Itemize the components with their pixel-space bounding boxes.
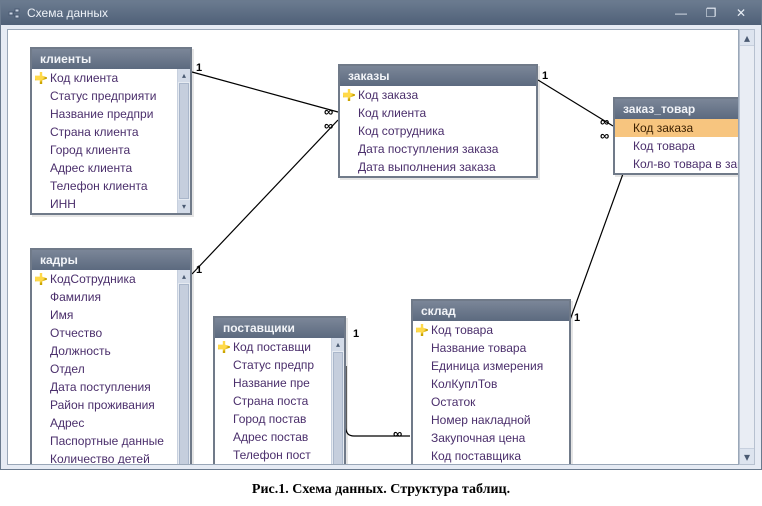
field[interactable]: Код товара	[615, 137, 739, 155]
table-header[interactable]: кадры	[32, 250, 190, 270]
window-title: Схема данных	[27, 6, 665, 20]
field[interactable]: Фамилия	[32, 288, 177, 306]
field[interactable]: Адрес	[32, 414, 177, 432]
table-fields: Код заказа Код товара Кол-во товара в за…	[615, 119, 739, 173]
field-key[interactable]: КодСотрудника	[32, 270, 177, 288]
card-label: 1	[196, 264, 202, 276]
scroll-thumb[interactable]	[333, 352, 343, 465]
field[interactable]: Единица измерения	[413, 357, 569, 375]
restore-button[interactable]: ❐	[697, 5, 725, 21]
field[interactable]: Номер накладной	[413, 411, 569, 429]
table-fields: Код заказа Код клиента Код сотрудника Да…	[340, 86, 536, 176]
card-label: 1	[353, 328, 359, 340]
schema-canvas[interactable]: 1 ∞ ∞ 1 1 ∞ ∞ 1 ∞ 1 клиенты Код клиента …	[7, 29, 739, 465]
field[interactable]: Статус предпр	[215, 356, 331, 374]
card-infinity-icon: ∞	[324, 104, 331, 119]
table-header[interactable]: поставщики	[215, 318, 344, 338]
field[interactable]: Район проживания	[32, 396, 177, 414]
card-infinity-icon: ∞	[600, 128, 607, 143]
field[interactable]: Отдел	[32, 360, 177, 378]
field[interactable]: Паспортные данные	[32, 432, 177, 450]
table-clients[interactable]: клиенты Код клиента Статус предприяти На…	[30, 47, 192, 215]
scroll-thumb[interactable]	[179, 284, 189, 465]
minimize-button[interactable]: —	[667, 5, 695, 21]
field[interactable]: Имя	[32, 306, 177, 324]
table-header[interactable]: клиенты	[32, 49, 190, 69]
field[interactable]: Количество детей	[32, 450, 177, 465]
field[interactable]: Название пре	[215, 374, 331, 392]
close-button[interactable]: ✕	[727, 5, 755, 21]
card-infinity-icon: ∞	[324, 118, 331, 133]
field[interactable]: Закупочная цена	[413, 429, 569, 447]
field-selected[interactable]: Код заказа	[615, 119, 739, 137]
table-header[interactable]: склад	[413, 301, 569, 321]
field[interactable]: Остаток	[413, 393, 569, 411]
table-orders[interactable]: заказы Код заказа Код клиента Код сотруд…	[338, 64, 538, 178]
window: Схема данных — ❐ ✕ 1 ∞ ∞ 1 1 ∞ ∞ 1 ∞ 1	[0, 0, 762, 470]
field-key[interactable]: Код клиента	[32, 69, 177, 87]
window-scrollbar[interactable]: ▴ ▾	[739, 29, 755, 465]
field[interactable]: Код поставщика	[413, 447, 569, 465]
table-scrollbar[interactable]: ▴ ▾	[331, 338, 344, 465]
table-header[interactable]: заказ_товар	[615, 99, 739, 119]
app-icon	[7, 6, 21, 20]
field[interactable]: Статус предприяти	[32, 87, 177, 105]
field-key[interactable]: Код товара	[413, 321, 569, 339]
field[interactable]: Город клиента	[32, 141, 177, 159]
scroll-up-icon[interactable]: ▴	[740, 30, 754, 46]
card-label: 1	[574, 312, 580, 324]
table-stock[interactable]: склад Код товара Название товара Единица…	[411, 299, 571, 465]
field[interactable]: Дата поступления	[32, 378, 177, 396]
field[interactable]: Город постав	[215, 410, 331, 428]
scroll-thumb[interactable]	[179, 83, 189, 199]
table-fields: Код поставщи Статус предпр Название пре …	[215, 338, 331, 465]
table-scrollbar[interactable]: ▴ ▾	[177, 69, 190, 213]
scroll-down-icon[interactable]: ▾	[740, 448, 754, 464]
field[interactable]: Дата выполнения заказа	[340, 158, 536, 176]
field[interactable]: ИНН	[32, 195, 177, 213]
figure-caption: Рис.1. Схема данных. Структура таблиц.	[0, 482, 762, 498]
field[interactable]: Страна поста	[215, 392, 331, 410]
field[interactable]: Телефон пост	[215, 446, 331, 464]
card-infinity-icon: ∞	[393, 426, 400, 441]
field[interactable]: ИНН	[215, 464, 331, 465]
field[interactable]: Код сотрудника	[340, 122, 536, 140]
field[interactable]: Телефон клиента	[32, 177, 177, 195]
field[interactable]: Страна клиента	[32, 123, 177, 141]
field-key[interactable]: Код поставщи	[215, 338, 331, 356]
field[interactable]: Название предпри	[32, 105, 177, 123]
table-fields: Код товара Название товара Единица измер…	[413, 321, 569, 465]
field[interactable]: Название товара	[413, 339, 569, 357]
card-label: 1	[196, 62, 202, 74]
table-scrollbar[interactable]: ▴ ▾	[177, 270, 190, 465]
field[interactable]: КолКуплТов	[413, 375, 569, 393]
field[interactable]: Адрес клиента	[32, 159, 177, 177]
table-order-item[interactable]: заказ_товар Код заказа Код товара Кол-во…	[613, 97, 739, 175]
field-key[interactable]: Код заказа	[340, 86, 536, 104]
table-header[interactable]: заказы	[340, 66, 536, 86]
table-staff[interactable]: кадры КодСотрудника Фамилия Имя Отчество…	[30, 248, 192, 465]
scroll-down-icon[interactable]: ▾	[178, 200, 190, 213]
titlebar[interactable]: Схема данных — ❐ ✕	[1, 1, 761, 25]
card-infinity-icon: ∞	[600, 114, 607, 129]
table-fields: Код клиента Статус предприяти Название п…	[32, 69, 177, 213]
card-label: 1	[542, 70, 548, 82]
field[interactable]: Адрес постав	[215, 428, 331, 446]
field[interactable]: Кол-во товара в зак	[615, 155, 739, 173]
scroll-up-icon[interactable]: ▴	[332, 338, 344, 351]
table-fields: КодСотрудника Фамилия Имя Отчество Должн…	[32, 270, 177, 465]
field[interactable]: Дата поступления заказа	[340, 140, 536, 158]
field[interactable]: Код клиента	[340, 104, 536, 122]
scroll-up-icon[interactable]: ▴	[178, 270, 190, 283]
scroll-up-icon[interactable]: ▴	[178, 69, 190, 82]
field[interactable]: Отчество	[32, 324, 177, 342]
table-suppliers[interactable]: поставщики Код поставщи Статус предпр На…	[213, 316, 346, 465]
field[interactable]: Должность	[32, 342, 177, 360]
